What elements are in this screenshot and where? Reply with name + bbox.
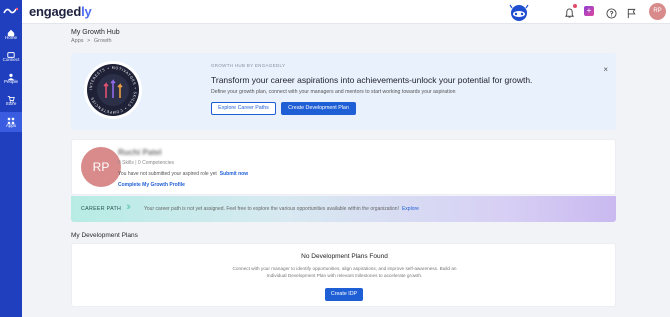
apps-launcher-icon[interactable]: + bbox=[584, 6, 594, 16]
left-nav-rail: Home Connect People Store Apps bbox=[0, 0, 22, 317]
user-avatar[interactable]: RP bbox=[649, 3, 666, 20]
career-path-message: Your career path is not yet assigned. Fe… bbox=[144, 206, 419, 212]
hero-subtitle: Define your growth plan, connect with yo… bbox=[211, 89, 456, 95]
career-path-strip: CAREER PATH ››› Your career path is not … bbox=[71, 196, 616, 222]
people-icon bbox=[0, 68, 22, 81]
career-path-label: CAREER PATH bbox=[81, 206, 122, 212]
close-icon[interactable]: × bbox=[603, 65, 608, 74]
create-development-plan-button[interactable]: Create Development Plan bbox=[281, 102, 356, 115]
aspired-role-text: You have not submitted your aspired role… bbox=[118, 171, 217, 177]
cart-icon bbox=[0, 90, 22, 103]
home-icon bbox=[0, 24, 22, 37]
growth-profile-card: RP Ruchi Patel 0 Skills | 0 Competencies… bbox=[71, 139, 616, 195]
nav-item-apps[interactable]: Apps bbox=[0, 112, 22, 132]
top-bar: engagedly + RP bbox=[22, 0, 670, 24]
nav-item-label: Connect bbox=[2, 57, 20, 62]
nav-item-connect[interactable]: Connect bbox=[0, 46, 22, 66]
aspired-role-status: You have not submitted your aspired role… bbox=[118, 171, 248, 177]
create-idp-button[interactable]: Create IDP bbox=[325, 288, 363, 301]
breadcrumb-separator: > bbox=[87, 38, 91, 44]
growth-hub-banner: INTERESTS • MOTIVATORS • SKILLS • COMPET… bbox=[71, 53, 616, 130]
hero-eyebrow: GROWTH HUB BY ENGAGEDLY bbox=[211, 63, 286, 68]
explore-career-paths-button[interactable]: Explore Career Paths bbox=[211, 102, 276, 115]
development-plans-heading: My Development Plans bbox=[71, 232, 138, 239]
breadcrumb-growth: Growth bbox=[93, 38, 112, 44]
hero-title: Transform your career aspirations into a… bbox=[211, 75, 533, 85]
connect-icon bbox=[0, 46, 22, 58]
profile-name: Ruchi Patel bbox=[118, 148, 162, 157]
development-plans-card: No Development Plans Found Connect with … bbox=[71, 243, 616, 307]
flag-icon[interactable] bbox=[626, 6, 637, 19]
breadcrumb-apps[interactable]: Apps bbox=[71, 38, 84, 44]
explore-link[interactable]: Explore bbox=[402, 206, 419, 212]
notification-bell-icon[interactable] bbox=[564, 4, 577, 18]
profile-skill-counts: 0 Skills | 0 Competencies bbox=[118, 160, 175, 166]
nav-item-label: People bbox=[3, 79, 18, 84]
breadcrumb: Apps > Growth bbox=[71, 38, 114, 44]
nav-item-label: Apps bbox=[5, 123, 17, 128]
submit-now-link[interactable]: Submit now bbox=[220, 171, 248, 177]
page-title: My Growth Hub bbox=[71, 29, 120, 36]
nav-item-home[interactable]: Home bbox=[0, 24, 22, 44]
empty-state-title: No Development Plans Found bbox=[301, 253, 388, 260]
brand-name: engaged bbox=[29, 4, 82, 19]
chevrons-icon: ››› bbox=[126, 201, 131, 213]
nav-item-people[interactable]: People bbox=[0, 68, 22, 88]
nav-item-label: Home bbox=[4, 35, 17, 40]
profile-avatar: RP bbox=[81, 147, 121, 187]
brand-accent: ly bbox=[81, 4, 92, 19]
nav-item-store[interactable]: Store bbox=[0, 90, 22, 110]
complete-growth-profile-link[interactable]: Complete My Growth Profile bbox=[118, 182, 185, 188]
engagedly-logo-icon[interactable] bbox=[3, 6, 19, 16]
growth-wheel-illustration: INTERESTS • MOTIVATORS • SKILLS • COMPET… bbox=[84, 61, 142, 119]
apps-icon bbox=[0, 112, 22, 125]
career-path-text: Your career path is not yet assigned. Fe… bbox=[144, 206, 399, 212]
nav-item-label: Store bbox=[5, 101, 17, 106]
mascot-icon[interactable] bbox=[508, 3, 530, 23]
brand-logo[interactable]: engagedly bbox=[29, 4, 92, 19]
empty-state-description: Connect with your manager to identify op… bbox=[232, 266, 457, 278]
notification-dot bbox=[573, 4, 577, 8]
help-icon[interactable] bbox=[606, 6, 617, 19]
